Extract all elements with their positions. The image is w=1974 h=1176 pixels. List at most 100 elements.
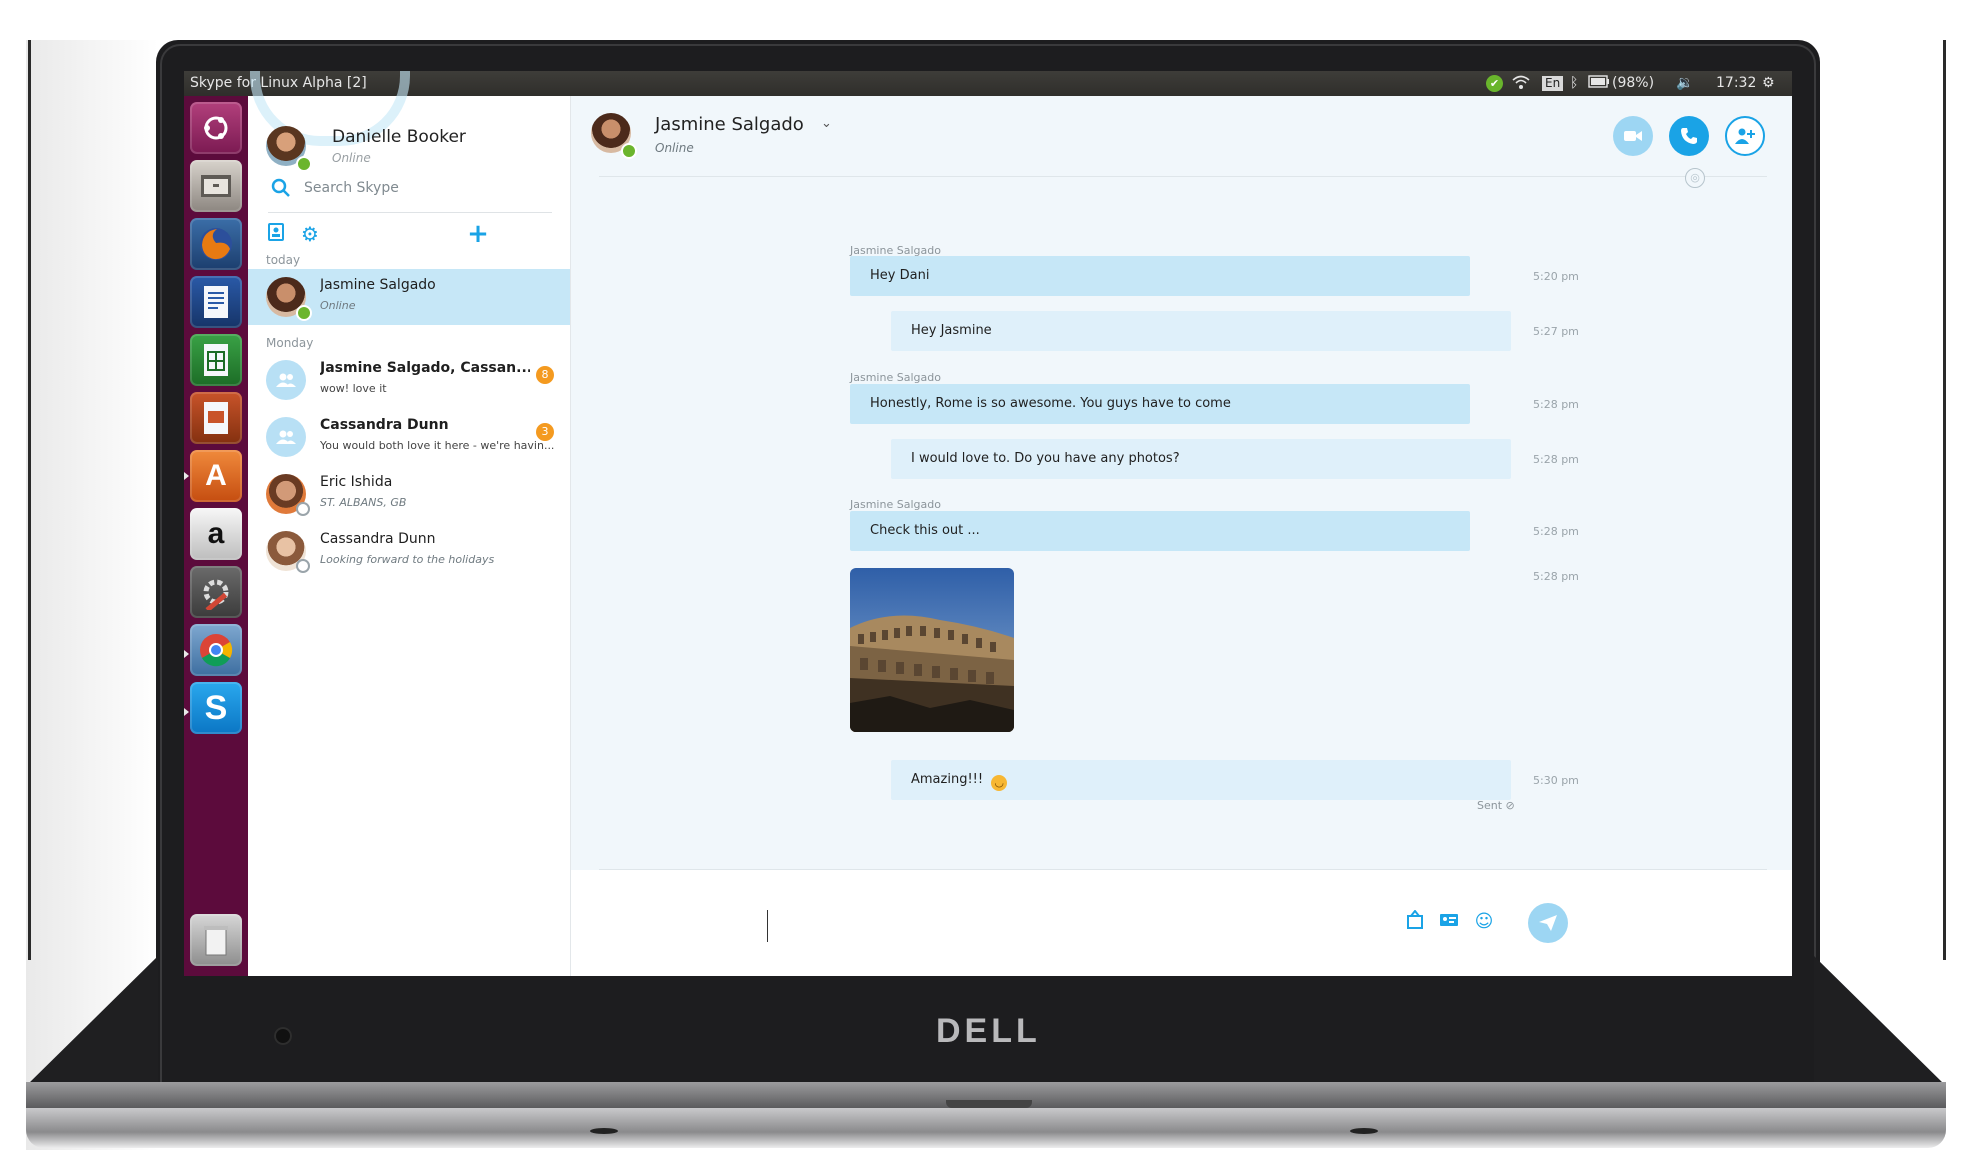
conversation-item[interactable]: Cassandra Dunn You would both love it he…	[248, 409, 570, 465]
smile-emoji-icon: ◡	[991, 775, 1008, 791]
send-file-icon[interactable]	[1403, 909, 1427, 934]
send-button[interactable]	[1528, 903, 1568, 943]
settings-gear-icon[interactable]: ⚙	[298, 222, 322, 246]
skype-status-icon[interactable]: ✔	[1486, 75, 1503, 92]
message-time: 5:28 pm	[1533, 453, 1579, 466]
group-avatar-icon	[266, 417, 306, 457]
laptop-base-lower	[26, 1108, 1946, 1148]
conversation-subtitle: wow! love it	[320, 382, 387, 395]
trash-icon[interactable]	[190, 914, 242, 966]
audio-call-button[interactable]	[1669, 116, 1709, 156]
message-bubble[interactable]: Hey Jasmine	[891, 311, 1511, 351]
frame-edge-left	[28, 40, 31, 960]
composer: ☺	[571, 870, 1792, 976]
add-icon[interactable]: +	[466, 221, 490, 247]
conversation-item[interactable]: Jasmine Salgado, Cassan... wow! love it …	[248, 352, 570, 408]
laptop-notch	[946, 1100, 1032, 1108]
conversation-subtitle: ST. ALBANS, GB	[320, 496, 407, 509]
files-icon[interactable]	[190, 160, 242, 212]
profile-status[interactable]: Online	[332, 151, 371, 165]
skype-icon[interactable]: S	[190, 682, 242, 734]
message-time: 5:27 pm	[1533, 325, 1579, 338]
search-icon	[271, 178, 290, 197]
contact-name[interactable]: Jasmine Salgado	[655, 114, 804, 135]
screen: Skype for Linux Alpha [2] ✔ En ᛒ (98%) 🔉…	[184, 71, 1792, 976]
delivery-status: Sent ⊘	[1477, 799, 1515, 812]
laptop-foot	[1350, 1128, 1378, 1134]
conversation-name: Cassandra Dunn	[320, 531, 436, 547]
globe-icon[interactable]: ◎	[1685, 168, 1705, 188]
conversation-subtitle: You would both love it here - we're havi…	[320, 439, 555, 452]
conversation-name: Jasmine Salgado, Cassan...	[320, 360, 530, 376]
keyboard-icon[interactable]: En	[1542, 76, 1564, 91]
online-status-icon	[621, 143, 637, 159]
conversation-name: Cassandra Dunn	[320, 417, 449, 433]
software-center-icon[interactable]: A	[190, 450, 242, 502]
message-bubble[interactable]: Honestly, Rome is so awesome. You guys h…	[850, 384, 1470, 424]
wifi-icon[interactable]	[1512, 75, 1530, 94]
system-settings-icon[interactable]	[190, 566, 242, 618]
divider	[268, 212, 552, 213]
impress-icon[interactable]	[190, 392, 242, 444]
message-bubble[interactable]: Hey Dani	[850, 256, 1470, 296]
conversation-subtitle: Looking forward to the holidays	[320, 553, 495, 566]
add-people-button[interactable]	[1725, 116, 1765, 156]
conversation-name: Eric Ishida	[320, 474, 393, 490]
video-call-button[interactable]	[1613, 116, 1653, 156]
firefox-icon[interactable]	[190, 218, 242, 270]
online-status-icon	[296, 305, 312, 321]
conversation-item[interactable]: Cassandra Dunn Looking forward to the ho…	[248, 523, 570, 579]
message-sender: Jasmine Salgado	[850, 498, 941, 511]
conversation-subtitle: Online	[320, 299, 356, 312]
online-status-icon	[296, 156, 312, 172]
message-time: 5:28 pm	[1533, 398, 1579, 411]
laptop-foot	[590, 1128, 618, 1134]
chevron-down-icon[interactable]: ⌄	[821, 116, 832, 131]
emoji-icon[interactable]: ☺	[1472, 910, 1496, 934]
sidebar: Danielle Booker Online ⚙ + today Jasmine…	[248, 71, 571, 976]
message-time: 5:20 pm	[1533, 270, 1579, 283]
unread-badge: 8	[536, 366, 554, 384]
conversation-item[interactable]: Eric Ishida ST. ALBANS, GB	[248, 466, 570, 522]
running-indicator	[184, 472, 189, 480]
frame-edge-right	[1943, 40, 1946, 960]
unread-badge: 3	[536, 423, 554, 441]
message-bubble[interactable]: Amazing!!! ◡	[891, 760, 1511, 800]
check-circle-icon: ⊘	[1505, 799, 1515, 812]
writer-icon[interactable]	[190, 276, 242, 328]
message-input[interactable]	[767, 910, 1372, 942]
battery-icon[interactable]	[1588, 75, 1610, 92]
bluetooth-icon[interactable]: ᛒ	[1570, 75, 1578, 91]
top-panel: Skype for Linux Alpha [2] ✔ En ᛒ (98%) 🔉…	[184, 71, 1792, 96]
battery-percentage: (98%)	[1612, 75, 1655, 91]
ubuntu-dash-icon[interactable]	[190, 102, 242, 154]
photo-attachment[interactable]	[850, 568, 1014, 732]
unity-launcher: A a S	[184, 96, 248, 976]
volume-icon[interactable]: 🔉	[1676, 75, 1693, 91]
calc-icon[interactable]	[190, 334, 242, 386]
message-time: 5:28 pm	[1533, 570, 1579, 583]
message-bubble[interactable]: Check this out ...	[850, 511, 1470, 551]
group-avatar-icon	[266, 360, 306, 400]
message-time: 5:30 pm	[1533, 774, 1579, 787]
profile-name[interactable]: Danielle Booker	[332, 127, 466, 147]
running-indicator	[184, 650, 189, 658]
conversation-item[interactable]: Jasmine Salgado Online	[248, 269, 570, 325]
conversation-name: Jasmine Salgado	[320, 277, 436, 293]
message-text: Amazing!!!	[911, 772, 984, 787]
contacts-icon[interactable]	[264, 222, 288, 246]
chrome-icon[interactable]	[190, 624, 242, 676]
hinge-right	[1814, 956, 1946, 1086]
section-label: Monday	[266, 336, 314, 350]
amazon-icon[interactable]: a	[190, 508, 242, 560]
search-input[interactable]	[296, 172, 552, 204]
send-contact-icon[interactable]	[1437, 910, 1461, 934]
message-bubble[interactable]: I would love to. Do you have any photos?	[891, 439, 1511, 479]
webcam	[274, 1027, 292, 1045]
hinge-left	[26, 956, 158, 1086]
header-divider	[599, 176, 1767, 177]
section-label: today	[266, 253, 301, 267]
sent-label: Sent	[1477, 799, 1503, 812]
settings-icon[interactable]: ⚙	[1762, 75, 1775, 91]
clock[interactable]: 17:32	[1716, 75, 1756, 91]
